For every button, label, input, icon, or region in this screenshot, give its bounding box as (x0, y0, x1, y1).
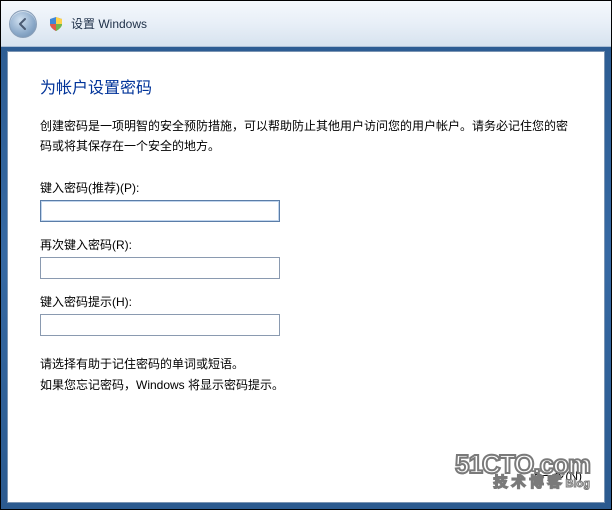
password-field-block: 键入密码(推荐)(P): (40, 179, 572, 222)
hint-help-line2: 如果您忘记密码，Windows 将显示密码提示。 (40, 375, 572, 397)
hint-field-block: 键入密码提示(H): (40, 293, 572, 336)
next-button[interactable]: 下一步(N) (529, 467, 582, 484)
hint-input[interactable] (40, 314, 280, 336)
back-arrow-icon (16, 17, 30, 31)
confirm-input[interactable] (40, 257, 280, 279)
header-title: 设置 Windows (71, 15, 147, 32)
confirm-label: 再次键入密码(R): (40, 236, 572, 253)
hint-label: 键入密码提示(H): (40, 293, 572, 310)
content-panel: 为帐户设置密码 创建密码是一项明智的安全预防措施，可以帮助防止其他用户访问您的用… (7, 51, 605, 503)
hint-help-line1: 请选择有助于记住密码的单词或短语。 (40, 354, 572, 376)
confirm-field-block: 再次键入密码(R): (40, 236, 572, 279)
password-input[interactable] (40, 200, 280, 222)
window-frame: 设置 Windows 为帐户设置密码 创建密码是一项明智的安全预防措施，可以帮助… (0, 0, 612, 510)
password-label: 键入密码(推荐)(P): (40, 179, 572, 196)
page-description: 创建密码是一项明智的安全预防措施，可以帮助防止其他用户访问您的用户帐户。请务必记… (40, 116, 572, 157)
hint-help-text: 请选择有助于记住密码的单词或短语。 如果您忘记密码，Windows 将显示密码提… (40, 354, 572, 397)
wizard-header: 设置 Windows (1, 1, 611, 47)
shield-icon (47, 15, 65, 33)
back-button[interactable] (9, 10, 37, 38)
page-heading: 为帐户设置密码 (40, 74, 572, 98)
